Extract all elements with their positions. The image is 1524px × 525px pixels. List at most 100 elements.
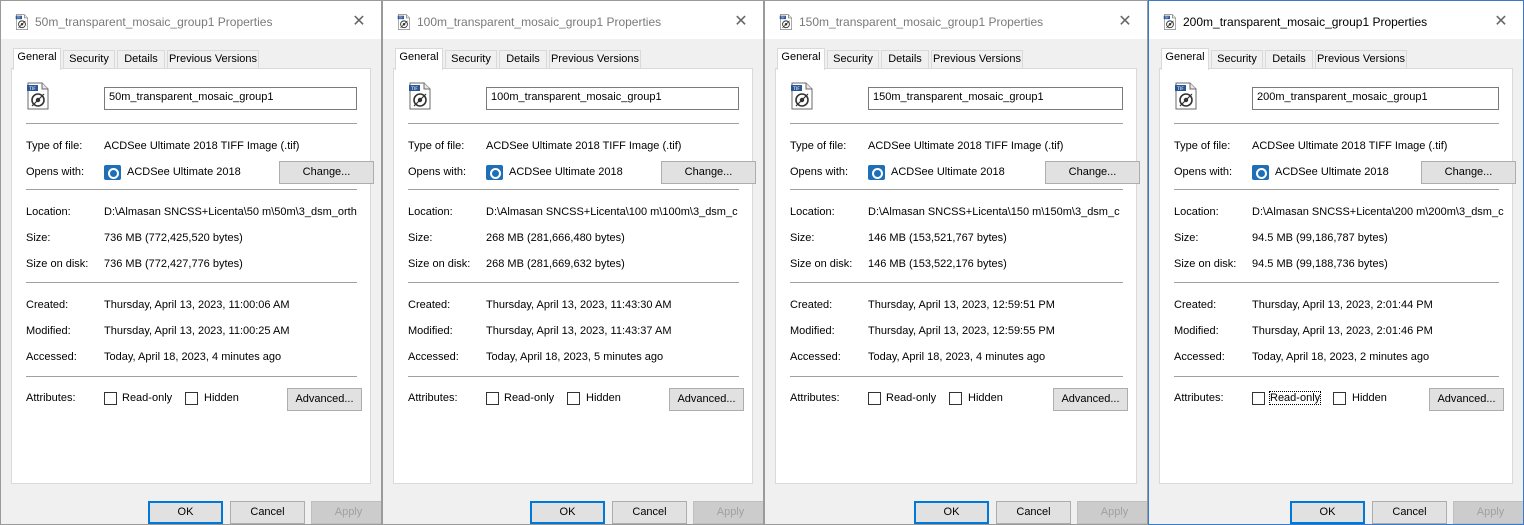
tab-security[interactable]: Security [827, 50, 879, 69]
advanced-button[interactable]: Advanced... [1429, 388, 1504, 411]
tiff-image-file-icon: TIF [1174, 82, 1198, 110]
created-value: Thursday, April 13, 2023, 12:59:51 PM [868, 299, 1055, 311]
tab-details[interactable]: Details [881, 50, 929, 69]
type-of-file-value: ACDSee Ultimate 2018 TIFF Image (.tif) [486, 140, 682, 152]
tab-previous-versions[interactable]: Previous Versions [549, 50, 641, 69]
read-only-checkbox[interactable] [486, 392, 499, 405]
svg-text:TIF: TIF [1176, 86, 1184, 92]
opens-with-label: Opens with: [408, 166, 467, 178]
svg-text:TIF: TIF [781, 16, 785, 20]
created-label: Created: [26, 299, 69, 311]
advanced-button[interactable]: Advanced... [669, 388, 744, 411]
hidden-checkbox[interactable] [1333, 392, 1346, 405]
separator [408, 376, 739, 377]
type-of-file-value: ACDSee Ultimate 2018 TIFF Image (.tif) [1252, 140, 1448, 152]
tiff-file-icon: TIF [778, 14, 794, 30]
cancel-button[interactable]: Cancel [612, 501, 687, 524]
tiff-file-icon: TIF [14, 14, 30, 30]
close-icon[interactable]: ✕ [349, 11, 369, 31]
filename-field[interactable]: 150m_transparent_mosaic_group1 [868, 87, 1123, 110]
accessed-label: Accessed: [1174, 351, 1225, 363]
advanced-button[interactable]: Advanced... [1053, 388, 1128, 411]
attributes-label: Attributes: [1174, 392, 1224, 404]
hidden-label[interactable]: Hidden [1352, 392, 1387, 404]
tab-previous-versions[interactable]: Previous Versions [931, 50, 1023, 69]
tab-general[interactable]: General [395, 48, 443, 70]
dialog-title: 100m_transparent_mosaic_group1 Propertie… [417, 15, 662, 29]
read-only-checkbox[interactable] [1252, 392, 1265, 405]
hidden-checkbox[interactable] [185, 392, 198, 405]
change-button[interactable]: Change... [661, 161, 756, 184]
close-icon[interactable]: ✕ [1115, 11, 1135, 31]
cancel-button[interactable]: Cancel [230, 501, 305, 524]
tab-security[interactable]: Security [445, 50, 497, 69]
hidden-label[interactable]: Hidden [968, 392, 1003, 404]
title-bar[interactable]: TIF 150m_transparent_mosaic_group1 Prope… [765, 1, 1147, 39]
tab-security[interactable]: Security [1211, 50, 1263, 69]
read-only-checkbox[interactable] [104, 392, 117, 405]
read-only-label[interactable]: Read-only [504, 392, 554, 404]
tab-previous-versions[interactable]: Previous Versions [167, 50, 259, 69]
accessed-value: Today, April 18, 2023, 5 minutes ago [486, 351, 664, 363]
change-button[interactable]: Change... [279, 161, 374, 184]
close-icon[interactable]: ✕ [731, 11, 751, 31]
modified-label: Modified: [1174, 325, 1219, 337]
size-label: Size: [408, 232, 433, 244]
title-bar[interactable]: TIF 50m_transparent_mosaic_group1 Proper… [1, 1, 381, 39]
title-bar[interactable]: TIF 100m_transparent_mosaic_group1 Prope… [383, 1, 763, 39]
change-button[interactable]: Change... [1045, 161, 1140, 184]
hidden-label[interactable]: Hidden [586, 392, 621, 404]
size-value: 736 MB (772,425,520 bytes) [104, 232, 243, 244]
read-only-label[interactable]: Read-only [886, 392, 936, 404]
created-value: Thursday, April 13, 2023, 11:43:30 AM [486, 299, 672, 311]
change-button[interactable]: Change... [1421, 161, 1516, 184]
tab-details[interactable]: Details [1265, 50, 1313, 69]
tab-previous-versions[interactable]: Previous Versions [1315, 50, 1407, 69]
tab-general[interactable]: General [777, 48, 825, 70]
cancel-button[interactable]: Cancel [1372, 501, 1447, 524]
filename-field[interactable]: 50m_transparent_mosaic_group1 [104, 87, 357, 110]
apply-button[interactable]: Apply [311, 501, 381, 524]
tab-security[interactable]: Security [63, 50, 115, 69]
tab-details[interactable]: Details [117, 50, 165, 69]
accessed-label: Accessed: [790, 351, 841, 363]
type-of-file-label: Type of file: [790, 140, 847, 152]
modified-value: Thursday, April 13, 2023, 11:00:25 AM [104, 325, 290, 337]
tab-general[interactable]: General [13, 48, 61, 70]
general-tab-panel: TIF 100m_transparent_mosaic_group1 Type … [393, 68, 756, 484]
separator [26, 123, 357, 124]
location-value: D:\Almasan SNCSS+Licenta\100 m\100m\3_ds… [486, 206, 738, 218]
created-label: Created: [408, 299, 451, 311]
opens-with-label: Opens with: [26, 166, 85, 178]
hidden-checkbox[interactable] [949, 392, 962, 405]
apply-button[interactable]: Apply [693, 501, 763, 524]
close-icon[interactable]: ✕ [1491, 11, 1511, 31]
read-only-checkbox[interactable] [868, 392, 881, 405]
tab-general[interactable]: General [1161, 48, 1209, 70]
ok-button[interactable]: OK [148, 501, 223, 524]
read-only-label[interactable]: Read-only [122, 392, 172, 404]
hidden-checkbox[interactable] [567, 392, 580, 405]
apply-button[interactable]: Apply [1077, 501, 1147, 524]
location-label: Location: [790, 206, 835, 218]
filename-field[interactable]: 200m_transparent_mosaic_group1 [1252, 87, 1499, 110]
location-value: D:\Almasan SNCSS+Licenta\200 m\200m\3_ds… [1252, 206, 1504, 218]
separator [1174, 123, 1499, 124]
cancel-button[interactable]: Cancel [996, 501, 1071, 524]
read-only-label[interactable]: Read-only [1268, 391, 1322, 405]
ok-button[interactable]: OK [914, 501, 989, 524]
ok-button[interactable]: OK [530, 501, 605, 524]
accessed-label: Accessed: [408, 351, 459, 363]
filename-field[interactable]: 100m_transparent_mosaic_group1 [486, 87, 739, 110]
ok-button[interactable]: OK [1290, 501, 1365, 524]
advanced-button[interactable]: Advanced... [287, 388, 362, 411]
hidden-label[interactable]: Hidden [204, 392, 239, 404]
size-on-disk-label: Size on disk: [26, 258, 89, 270]
apply-button[interactable]: Apply [1453, 501, 1523, 524]
separator [1174, 282, 1499, 283]
modified-value: Thursday, April 13, 2023, 12:59:55 PM [868, 325, 1055, 337]
tab-details[interactable]: Details [499, 50, 547, 69]
title-bar[interactable]: TIF 200m_transparent_mosaic_group1 Prope… [1149, 1, 1523, 39]
created-label: Created: [1174, 299, 1217, 311]
tiff-file-icon: TIF [396, 14, 412, 30]
